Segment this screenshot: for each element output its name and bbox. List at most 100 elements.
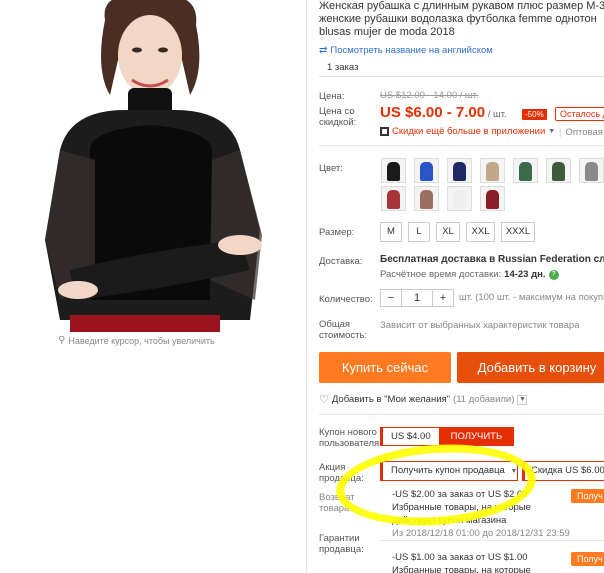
app-promo-link[interactable]: Скидки ещё больше в приложении ▼ [380, 126, 555, 137]
color-label: Цвет: [319, 163, 343, 174]
total-note: Зависит от выбранных характеристик товар… [380, 320, 580, 331]
color-swatch[interactable] [381, 158, 406, 183]
new-user-coupon-value: US $4.00 [380, 427, 439, 446]
old-price: US $12.00 - 14.00 / шт. [380, 90, 479, 101]
shipping-label: Доставка: [319, 256, 363, 267]
color-swatch[interactable] [480, 158, 505, 183]
translate-icon: ⇄ [319, 45, 328, 56]
coupon-item: -US $1.00 за заказ от US $1.00 Избранные… [392, 551, 531, 573]
product-image[interactable] [0, 0, 300, 332]
new-user-label-line2: пользователя [319, 438, 380, 449]
seller-label-line1: Акция [319, 462, 346, 473]
quantity-info: шт. (100 шт. - максимум на покупат [459, 292, 604, 303]
product-photo [0, 0, 300, 332]
heart-icon: ♡ [319, 394, 329, 406]
get-coupon-button[interactable]: Получ [571, 489, 604, 503]
quantity-stepper: − 1 + [380, 289, 454, 307]
price-unit: / шт. [485, 109, 507, 120]
guarantee-label-line2: продавца: [319, 544, 364, 555]
size-option-xxxl[interactable]: XXXL [501, 222, 535, 242]
discount-label-line2: скидкой: [319, 117, 357, 128]
buy-now-button[interactable]: Купить сейчас [319, 352, 451, 383]
divider [319, 414, 604, 415]
size-label: Размер: [319, 227, 355, 238]
coupon-item-desc-2: действует купон магазина [392, 515, 507, 526]
divider [306, 0, 307, 573]
discount-price: US $6.00 - 7.00 / шт. [380, 104, 507, 121]
divider [319, 145, 604, 146]
wholesale-link[interactable]: | Оптовая [559, 127, 603, 138]
color-swatch[interactable] [513, 158, 538, 183]
color-swatch[interactable] [579, 158, 604, 183]
get-coupon-button[interactable]: Получ [571, 552, 604, 566]
chevron-down-icon[interactable]: ▼ [517, 394, 528, 405]
return-label-line1: Возврат [319, 492, 355, 503]
coupon-item-desc-1: Избранные товары, на которые [392, 502, 531, 513]
seller-label-line2: продавца: [319, 473, 364, 484]
shipping-time-label: Расчётное время доставки: [380, 269, 502, 280]
coupon-item-amount: -US $1.00 за заказ от US $1.00 [392, 552, 528, 563]
shipping-time: Расчётное время доставки: 14-23 дн. ? [380, 269, 559, 280]
color-swatch[interactable] [447, 158, 472, 183]
total-label-line1: Общая [319, 319, 351, 330]
orders-count: 1 заказ [319, 60, 604, 77]
discount-label-line1: Цена со [319, 106, 355, 117]
return-label-line2: товара [319, 503, 350, 514]
guarantee-label: Гарантии продавца: [319, 533, 364, 555]
qr-icon [380, 127, 389, 136]
discount-badge: -50% [522, 109, 547, 120]
title-line-3: blusas mujer de moda 2018 [319, 26, 455, 38]
app-promo-text[interactable]: Скидки ещё больше в приложении [392, 126, 545, 137]
quantity-label: Количество: [319, 294, 373, 305]
add-to-cart-button[interactable]: Добавить в корзину [457, 352, 604, 383]
magnifier-icon: ⚲ [58, 335, 66, 346]
chevron-down-icon: ▼ [510, 468, 518, 475]
translate-link[interactable]: ⇄ Посмотреть название на английском [319, 45, 493, 56]
total-label: Общая стоимость: [319, 319, 367, 341]
size-option-xl[interactable]: XL [436, 222, 460, 242]
wishlist-text[interactable]: Добавить в "Мои желания" [332, 394, 450, 405]
quantity-increase-button[interactable]: + [433, 290, 453, 306]
time-left-badge: Осталось д [555, 107, 604, 121]
size-option-xxl[interactable]: XXL [466, 222, 495, 242]
seller-coupon-dropdown[interactable]: Получить купон продавца ▼ [380, 461, 518, 481]
seller-promo-label: Акция продавца: [319, 462, 364, 484]
color-swatch[interactable] [447, 186, 472, 211]
size-option-l[interactable]: L [408, 222, 430, 242]
new-user-coupon: US $4.00 ПОЛУЧИТЬ [380, 427, 515, 446]
wholesale-text[interactable]: Оптовая [565, 127, 602, 138]
wishlist-count: (11 добавили) [453, 394, 515, 405]
discount-price-label: Цена со скидкой: [319, 106, 356, 128]
return-label: Возврат товара [319, 492, 355, 514]
help-icon[interactable]: ? [548, 269, 559, 280]
shipping-method[interactable]: Бесплатная доставка в Russian Federation… [380, 254, 604, 265]
quantity-input[interactable]: 1 [401, 290, 433, 306]
new-user-coupon-label: Купон нового пользователя [319, 427, 379, 449]
coupon-item-amount: -US $2.00 за заказ от US $2.00 [392, 489, 528, 500]
coupon-item: -US $2.00 за заказ от US $2.00 Избранные… [392, 488, 570, 540]
coupon-item-validity: Из 2018/12/18 01:00 до 2018/12/31 23:59 [392, 528, 570, 539]
new-user-label-line1: Купон нового [319, 427, 377, 438]
zoom-hint-text: Наведите курсор, чтобы увеличить [68, 335, 215, 346]
product-title: Женская рубашка с длинным рукавом плюс р… [319, 0, 604, 39]
zoom-hint: ⚲ Наведите курсор, чтобы увеличить [58, 335, 215, 346]
color-swatch[interactable] [414, 186, 439, 211]
size-option-m[interactable]: M [380, 222, 402, 242]
translate-link-text[interactable]: Посмотреть название на английском [330, 45, 492, 56]
color-swatch[interactable] [480, 186, 505, 211]
total-label-line2: стоимость: [319, 330, 368, 341]
chevron-down-icon: ▼ [548, 128, 556, 135]
coupon-item-desc-1: Избранные товары, на которые [392, 565, 531, 573]
seller-coupon-dropdown-label[interactable]: Получить купон продавца [391, 465, 505, 476]
discount-price-value: US $6.00 - 7.00 [380, 104, 486, 121]
color-swatch[interactable] [546, 158, 571, 183]
color-swatch[interactable] [414, 158, 439, 183]
get-coupon-button[interactable]: ПОЛУЧИТЬ [438, 427, 515, 446]
store-discount-badge[interactable]: Скидка US $6.00 з [522, 461, 604, 481]
color-swatch[interactable] [381, 186, 406, 211]
quantity-decrease-button[interactable]: − [381, 290, 401, 306]
wishlist-link[interactable]: ♡ Добавить в "Мои желания" (11 добавили)… [319, 393, 528, 406]
shipping-time-value: 14-23 дн. [504, 269, 546, 280]
title-line-2: женские рубашки водолазка футболка femme… [319, 13, 597, 25]
divider [380, 540, 604, 541]
